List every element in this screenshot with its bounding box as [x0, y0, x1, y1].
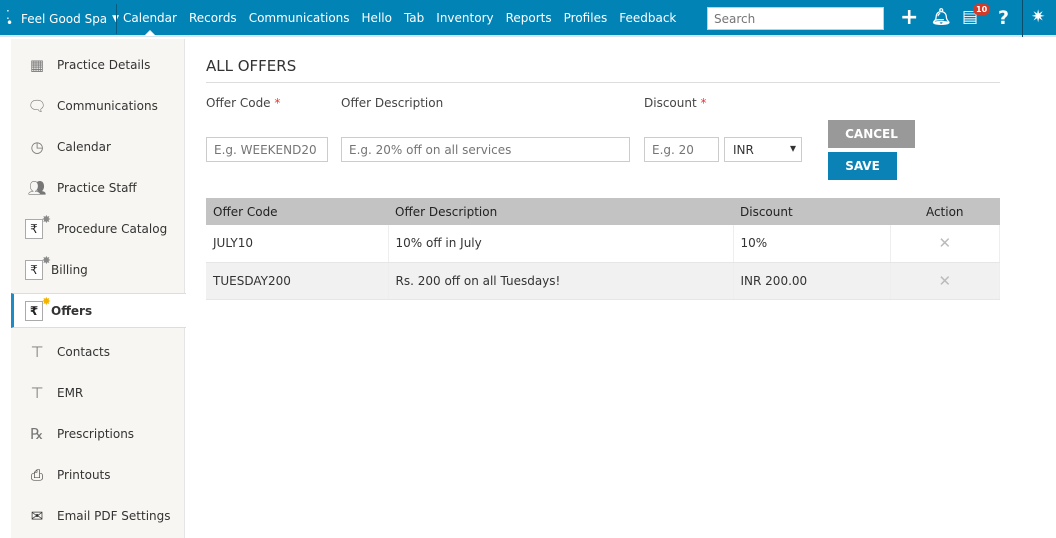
discount-cell: INR 200.00: [733, 262, 891, 300]
sidebar-item-label: Communications: [57, 98, 158, 113]
contact-icon: ⊤: [30, 342, 44, 361]
email-pdf-icon: ✉: [30, 506, 44, 525]
offer-code-cell: TUESDAY200: [206, 262, 389, 300]
page-title: ALL OFFERS: [206, 57, 297, 75]
practice-name: Feel Good Spa: [21, 12, 108, 26]
discount-label: Discount *: [644, 96, 707, 110]
logo-icon: ⁚•: [6, 8, 14, 30]
table-row: JULY10 10% off in July 10% ✕: [206, 225, 1000, 263]
sidebar-item-label: Procedure Catalog: [57, 221, 168, 236]
sidebar-item-emr[interactable]: ⊤ EMR: [11, 375, 185, 410]
sidebar-item-printouts[interactable]: ⎙ Printouts: [11, 457, 185, 492]
cancel-button[interactable]: CANCEL: [828, 120, 915, 148]
plus-icon[interactable]: +: [900, 5, 918, 30]
sidebar-item-label: Offers: [51, 303, 93, 318]
emr-icon: ⊤: [30, 383, 44, 402]
delete-icon[interactable]: ✕: [890, 262, 1000, 300]
sidebar-item-label: Prescriptions: [57, 426, 135, 441]
offer-description-input[interactable]: [341, 137, 630, 162]
offer-code-input[interactable]: [206, 137, 328, 162]
bell-icon[interactable]: 🔔︎: [931, 7, 951, 26]
nav-profiles[interactable]: Profiles: [564, 11, 608, 25]
required-mark: *: [274, 96, 281, 110]
nav-hello[interactable]: Hello: [362, 11, 392, 25]
settings-sidebar: ▦ Practice Details 🗨︎ Communications ◷ Cale…: [11, 39, 186, 538]
sidebar-item-communications[interactable]: 🗨︎ Communications: [11, 88, 185, 123]
sidebar-item-practice-details[interactable]: ▦ Practice Details: [11, 47, 185, 82]
speech-bubble-icon: 🗨︎: [27, 96, 47, 115]
divider: [206, 82, 1000, 83]
sidebar-item-contacts[interactable]: ⊤ Contacts: [11, 334, 185, 369]
offer-code-label: Offer Code *: [206, 96, 280, 110]
col-discount: Discount: [733, 198, 890, 225]
sidebar-item-label: Calendar: [57, 139, 111, 154]
table-header: Offer Code Offer Description Discount Ac…: [206, 198, 1000, 225]
sidebar-item-label: Practice Details: [57, 57, 151, 72]
gear-icon[interactable]: ✷: [1031, 7, 1045, 27]
help-icon[interactable]: ?: [998, 7, 1009, 29]
sidebar-item-calendar[interactable]: ◷ Calendar: [11, 129, 185, 164]
col-offer-description: Offer Description: [388, 198, 733, 225]
discount-cell: 10%: [733, 225, 891, 263]
sidebar-item-prescriptions[interactable]: ℞ Prescriptions: [11, 416, 185, 451]
practice-switcher[interactable]: ⁚•Feel Good Spa▼: [6, 8, 119, 30]
sidebar-item-label: Billing: [51, 262, 88, 277]
nav-communications[interactable]: Communications: [249, 11, 350, 25]
divider: [116, 4, 117, 34]
notification-badge: 10: [973, 4, 991, 15]
sidebar-item-practice-staff[interactable]: 👥︎ Practice Staff: [11, 170, 185, 205]
calendar-clock-icon: ◷: [30, 137, 44, 156]
sidebar-item-label: Contacts: [57, 344, 110, 359]
top-nav-bar: ⁚•Feel Good Spa▼ Calendar Records Commun…: [0, 0, 1056, 37]
col-action: Action: [890, 198, 1000, 225]
building-icon: ▦: [29, 55, 45, 74]
discount-input[interactable]: [644, 137, 719, 162]
divider: [1022, 0, 1023, 37]
offer-code-cell: JULY10: [206, 225, 389, 263]
sidebar-item-label: Email PDF Settings: [57, 508, 171, 523]
offers-table: Offer Code Offer Description Discount Ac…: [206, 198, 1000, 300]
sidebar-item-offers[interactable]: ₹Offers: [11, 293, 186, 328]
rupee-star-icon: ₹: [25, 295, 51, 321]
sidebar-item-billing[interactable]: ₹Billing: [11, 252, 185, 287]
printer-icon: ⎙: [30, 465, 43, 484]
nav-calendar[interactable]: Calendar: [123, 11, 177, 36]
label-text: Offer Code: [206, 96, 271, 110]
offer-description-cell: 10% off in July: [388, 225, 734, 263]
sidebar-item-label: EMR: [57, 385, 84, 400]
sidebar-item-email-pdf-settings[interactable]: ✉ Email PDF Settings: [11, 498, 185, 533]
nav-reports[interactable]: Reports: [506, 11, 552, 25]
nav-feedback[interactable]: Feedback: [619, 11, 676, 25]
sidebar-item-label: Practice Staff: [57, 180, 137, 195]
delete-icon[interactable]: ✕: [890, 225, 1000, 263]
rx-icon: ℞: [30, 424, 44, 443]
people-icon: 👥︎: [27, 178, 47, 197]
nav-inventory[interactable]: Inventory: [436, 11, 493, 25]
main-nav: Calendar Records Communications Hello Ta…: [123, 11, 676, 36]
rupee-icon: ₹: [25, 254, 51, 280]
rupee-icon: ₹: [25, 213, 51, 239]
offer-description-cell: Rs. 200 off on all Tuesdays!: [388, 262, 734, 300]
sidebar-item-procedure-catalog[interactable]: ₹ Procedure Catalog: [11, 211, 185, 246]
offer-description-label: Offer Description: [341, 96, 444, 110]
save-button[interactable]: SAVE: [828, 152, 897, 180]
table-row: TUESDAY200 Rs. 200 off on all Tuesdays! …: [206, 262, 1000, 300]
col-offer-code: Offer Code: [206, 198, 388, 225]
search-input[interactable]: [707, 7, 884, 30]
label-text: Discount: [644, 96, 697, 110]
sidebar-item-label: Printouts: [57, 467, 111, 482]
required-mark: *: [700, 96, 707, 110]
currency-select[interactable]: INR: [724, 137, 802, 162]
nav-tab[interactable]: Tab: [404, 11, 424, 25]
nav-records[interactable]: Records: [189, 11, 237, 25]
